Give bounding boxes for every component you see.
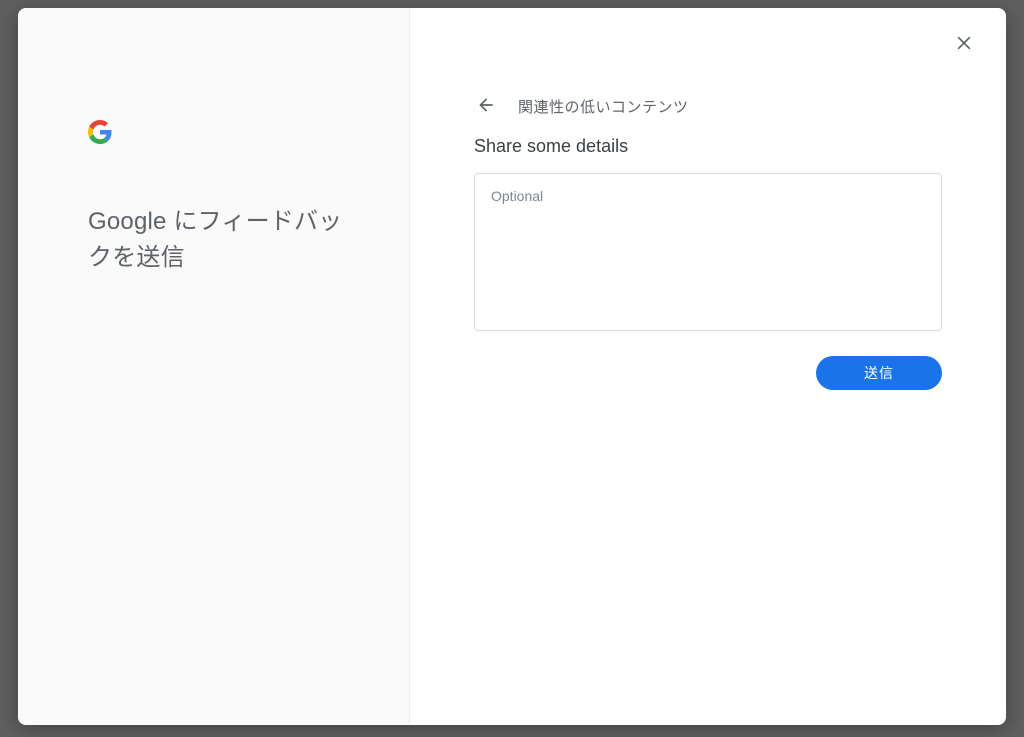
breadcrumb-row: 関連性の低いコンテンツ bbox=[474, 94, 942, 118]
actions-row: 送信 bbox=[474, 356, 942, 390]
details-textarea[interactable] bbox=[474, 173, 942, 331]
close-icon bbox=[954, 33, 974, 56]
breadcrumb-text: 関連性の低いコンテンツ bbox=[518, 96, 689, 117]
section-title: Share some details bbox=[474, 136, 942, 157]
back-button[interactable] bbox=[474, 94, 498, 118]
feedback-title: Google にフィードバックを送信 bbox=[88, 204, 361, 276]
google-logo-icon bbox=[88, 120, 112, 144]
left-panel: Google にフィードバックを送信 bbox=[18, 8, 410, 725]
send-button[interactable]: 送信 bbox=[816, 356, 942, 390]
arrow-left-icon bbox=[476, 95, 496, 118]
close-button[interactable] bbox=[950, 30, 978, 58]
feedback-modal: Google にフィードバックを送信 関連性の低いコンテンツ Share so bbox=[18, 8, 1006, 725]
right-panel: 関連性の低いコンテンツ Share some details 送信 bbox=[410, 8, 1006, 725]
